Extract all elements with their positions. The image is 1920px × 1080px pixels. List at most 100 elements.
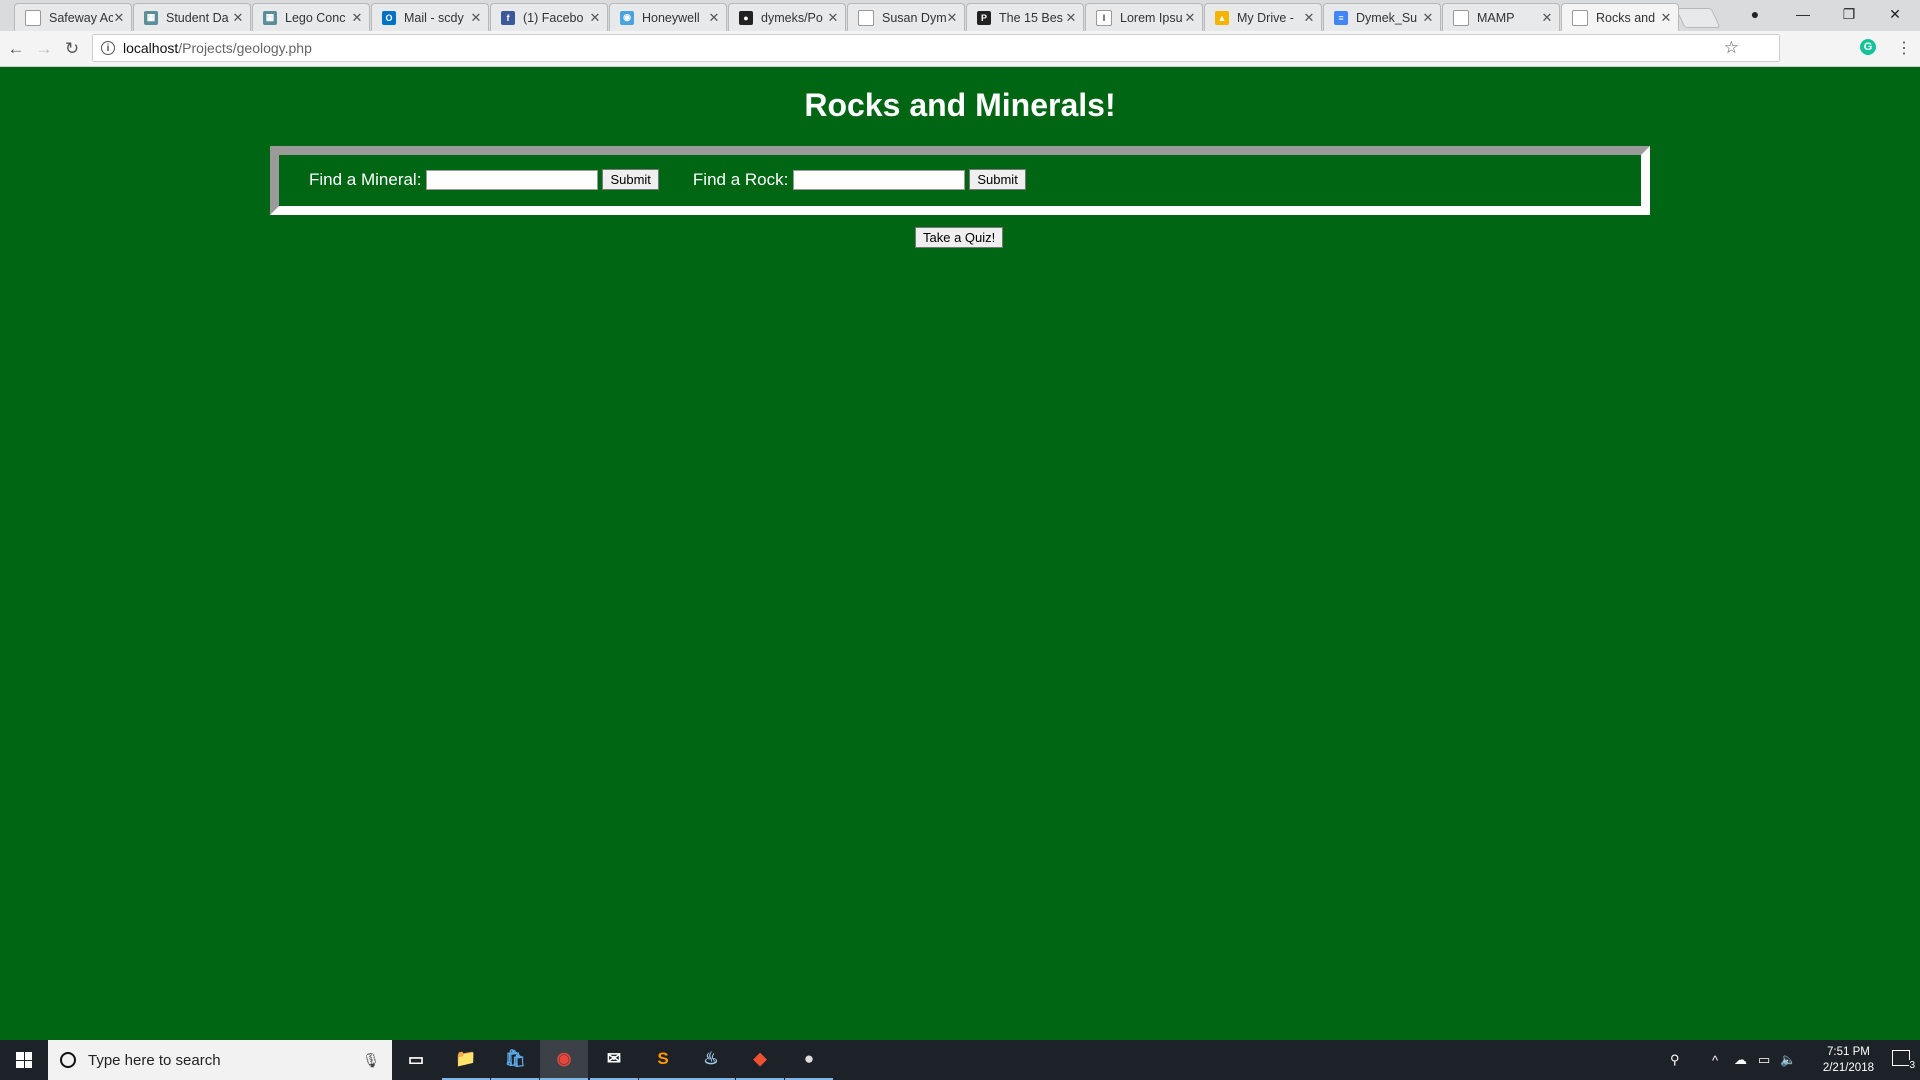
tab-title: Safeway Ac [49, 10, 113, 25]
new-tab-button[interactable] [1675, 8, 1721, 28]
git-icon[interactable]: ◆ [736, 1040, 784, 1080]
tab-close-icon[interactable]: ✕ [1541, 10, 1553, 26]
tab-close-icon[interactable]: ✕ [470, 10, 482, 26]
mineral-search-input[interactable] [426, 169, 599, 190]
p-icon: P [977, 10, 991, 25]
tab-close-icon[interactable]: ✕ [1660, 10, 1672, 26]
mail-icon[interactable]: ✉ [590, 1040, 638, 1080]
address-bar[interactable]: i localhost/Projects/geology.php ☆ [92, 34, 1780, 62]
start-button[interactable] [0, 1040, 48, 1080]
tab-close-icon[interactable]: ✕ [708, 10, 720, 26]
file-explorer-icon[interactable]: 📁 [442, 1040, 490, 1080]
clock[interactable]: 7:51 PM 2/21/2018 [1823, 1044, 1874, 1076]
browser-tab[interactable]: ◉ Honeywell ✕ [609, 3, 727, 31]
tab-title: Student Da [166, 10, 229, 25]
tab-title: Lego Conc [285, 10, 346, 25]
browser-menu-icon[interactable]: ⋮ [1896, 38, 1912, 58]
notification-count: 3 [1909, 1060, 1915, 1071]
tab-title: My Drive - [1237, 10, 1294, 25]
tab-title: Mail - scdy [404, 10, 464, 25]
tab-close-icon[interactable]: ✕ [1065, 10, 1077, 26]
profile-icon[interactable]: ● [1732, 0, 1778, 28]
network-icon[interactable]: ▭ [1758, 1040, 1770, 1080]
tab-title: Susan Dym [882, 10, 946, 25]
microphone-icon[interactable]: 🎙 [362, 1052, 380, 1069]
address-host: localhost [123, 40, 179, 56]
l-icon: I [1096, 9, 1112, 26]
docs-icon: ≡ [1334, 10, 1348, 25]
steam-icon[interactable]: ♨ [687, 1040, 735, 1080]
back-button[interactable]: ← [4, 37, 28, 61]
facebook-icon: f [501, 10, 515, 25]
browser-tab[interactable]: ≡ Dymek_Su ✕ [1323, 3, 1441, 31]
github-desktop-icon[interactable]: ● [785, 1040, 833, 1080]
page-title: Rocks and Minerals! [804, 87, 1116, 123]
people-icon[interactable]: ⚲ [1670, 1040, 1680, 1080]
browser-tab[interactable]: I Lorem Ipsu ✕ [1085, 3, 1203, 31]
cortana-icon [60, 1052, 76, 1068]
tab-close-icon[interactable]: ✕ [1184, 10, 1196, 26]
taskbar-search-box[interactable]: Type here to search 🎙 [48, 1040, 392, 1080]
onedrive-icon[interactable]: ☁ [1734, 1040, 1747, 1080]
forward-button[interactable]: → [32, 37, 56, 61]
clock-time: 7:51 PM [1827, 1046, 1870, 1058]
taskbar: Type here to search 🎙 ⚲ ^ ☁ ▭ 🔈 7:51 PM … [0, 1040, 1920, 1080]
browser-tab[interactable]: ▲ My Drive - ✕ [1204, 3, 1322, 31]
tab-title: The 15 Bes [999, 10, 1063, 25]
browser-tab[interactable]: ▦ Student Da ✕ [133, 3, 251, 31]
browser-tab[interactable]: ● dymeks/Po ✕ [728, 3, 846, 31]
tab-close-icon[interactable]: ✕ [351, 10, 363, 26]
tab-title: Dymek_Su [1356, 10, 1418, 25]
tab-close-icon[interactable]: ✕ [946, 10, 958, 26]
clock-date: 2/21/2018 [1822, 1062, 1874, 1074]
tab-title: Honeywell [642, 10, 700, 25]
outlook-icon: O [382, 10, 396, 25]
chrome-icon[interactable]: ◉ [540, 1040, 588, 1080]
rock-submit-button[interactable]: Submit [969, 169, 1026, 190]
tab-close-icon[interactable]: ✕ [232, 10, 244, 26]
take-quiz-button[interactable]: Take a Quiz! [915, 227, 1004, 248]
task-view-icon[interactable]: ▭ [392, 1040, 440, 1080]
browser-tab[interactable]: Rocks and ✕ [1561, 3, 1679, 31]
site-icon: ▦ [263, 10, 277, 25]
address-path: /Projects/geology.php [178, 40, 312, 56]
browser-tab[interactable]: f (1) Facebo ✕ [490, 3, 608, 31]
tab-close-icon[interactable]: ✕ [589, 10, 601, 26]
volume-icon[interactable]: 🔈 [1780, 1040, 1796, 1080]
grammarly-icon[interactable]: G [1860, 39, 1876, 55]
reload-button[interactable]: ↻ [60, 37, 84, 61]
browser-tab[interactable]: ▦ Lego Conc ✕ [252, 3, 370, 31]
tab-close-icon[interactable]: ✕ [827, 10, 839, 26]
mineral-submit-button[interactable]: Submit [602, 169, 659, 190]
tab-close-icon[interactable]: ✕ [1303, 10, 1315, 26]
tab-strip: ● — ❐ ✕ Safeway Ac ✕ ▦ Student Da ✕ ▦ Lego Con… [0, 0, 1920, 32]
taskbar-search-placeholder: Type here to search [88, 1051, 221, 1069]
browser-tab[interactable]: O Mail - scdy ✕ [371, 3, 489, 31]
action-center-icon[interactable]: 3 [1892, 1050, 1915, 1071]
browser-toolbar: ← → ↻ i localhost/Projects/geology.php ☆ [0, 31, 1920, 67]
drive-icon: ▲ [1215, 10, 1229, 25]
site-icon: ▦ [144, 10, 158, 25]
tab-title: MAMP [1477, 10, 1515, 25]
tab-close-icon[interactable]: ✕ [1422, 10, 1434, 26]
page-icon [858, 9, 874, 26]
sublime-text-icon[interactable]: S [639, 1040, 687, 1080]
site-info-icon[interactable]: i [101, 41, 115, 55]
mineral-label: Find a Mineral: [309, 169, 422, 189]
rock-search-input[interactable] [793, 169, 966, 190]
rock-label: Find a Rock: [692, 169, 789, 189]
browser-tab[interactable]: Safeway Ac ✕ [14, 3, 132, 31]
tab-close-icon[interactable]: ✕ [113, 10, 125, 26]
page-content: Rocks and Minerals! Find a Mineral: Subm… [0, 67, 1920, 1039]
tray-chevron-icon[interactable]: ^ [1712, 1040, 1718, 1080]
blank-page-icon [25, 9, 41, 26]
tab-title: Rocks and [1596, 10, 1656, 25]
maximize-button[interactable]: ❐ [1826, 0, 1872, 28]
browser-tab[interactable]: MAMP ✕ [1442, 3, 1560, 31]
store-icon[interactable]: 🛍 [491, 1040, 539, 1080]
close-window-button[interactable]: ✕ [1872, 0, 1918, 28]
browser-tab[interactable]: P The 15 Bes ✕ [966, 3, 1084, 31]
minimize-button[interactable]: — [1780, 0, 1826, 28]
bookmark-star-icon[interactable]: ☆ [1724, 38, 1739, 58]
browser-tab[interactable]: Susan Dym ✕ [847, 3, 965, 31]
